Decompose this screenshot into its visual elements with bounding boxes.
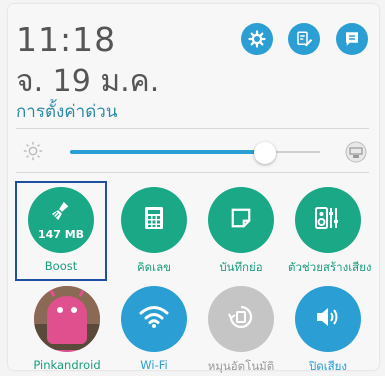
tile-calculator[interactable]: คิดเลข (114, 187, 194, 277)
boost-circle[interactable]: 147 MB (28, 187, 94, 253)
divider (16, 172, 369, 173)
volume-circle[interactable] (295, 286, 361, 352)
notes-icon[interactable] (336, 23, 368, 55)
audio-wizard-circle[interactable] (295, 187, 361, 253)
auto-rotate-icon (228, 304, 254, 334)
brightness-low-icon (22, 140, 44, 166)
tile-user[interactable]: Pinkandroid (27, 286, 107, 372)
edit-icon[interactable] (288, 23, 320, 55)
calculator-icon (144, 206, 164, 234)
broom-icon (49, 200, 73, 226)
avatar-icon (34, 286, 100, 352)
tile-mute[interactable]: ปิดเสียง (288, 286, 368, 376)
tile-label: Boost (44, 259, 78, 273)
clock-time: 11:18 (16, 20, 117, 59)
tile-label: หมุนอัตโนมัติ (207, 359, 275, 373)
brightness-slider[interactable] (22, 140, 368, 164)
tile-boost[interactable]: 147 MB Boost (21, 187, 101, 273)
settings-icon[interactable] (241, 23, 273, 55)
avatar[interactable] (34, 286, 100, 352)
tile-auto-rotate[interactable]: หมุนอัตโนมัติ (201, 286, 281, 376)
calculator-circle[interactable] (121, 187, 187, 253)
memo-circle[interactable] (208, 187, 274, 253)
tile-label: ตัวช่วยสร้างเสียง (288, 260, 372, 274)
tile-label: บันทึกย่อ (219, 260, 263, 274)
wifi-circle[interactable] (121, 286, 187, 352)
auto-brightness-icon[interactable] (344, 140, 368, 168)
slider-fill (70, 150, 265, 154)
volume-icon (315, 305, 341, 333)
auto-rotate-circle[interactable] (208, 286, 274, 352)
tile-label: ปิดเสียง (308, 359, 348, 373)
tile-audio-wizard[interactable]: ตัวช่วยสร้างเสียง (288, 187, 372, 277)
tile-label: คิดเลข (136, 260, 171, 274)
tile-memo[interactable]: บันทึกย่อ (201, 187, 281, 277)
slider-thumb[interactable] (254, 142, 276, 164)
audio-wizard-icon (315, 206, 341, 234)
memo-icon (230, 207, 252, 233)
tile-wifi[interactable]: Wi-Fi (114, 286, 194, 372)
wifi-icon (139, 305, 169, 333)
quick-settings-title: การตั้งค่าด่วน (16, 102, 118, 122)
boost-memory-value: 147 MB (37, 227, 85, 241)
divider (16, 128, 369, 129)
tile-label: Pinkandroid (33, 358, 101, 372)
tile-label: Wi-Fi (140, 358, 168, 372)
